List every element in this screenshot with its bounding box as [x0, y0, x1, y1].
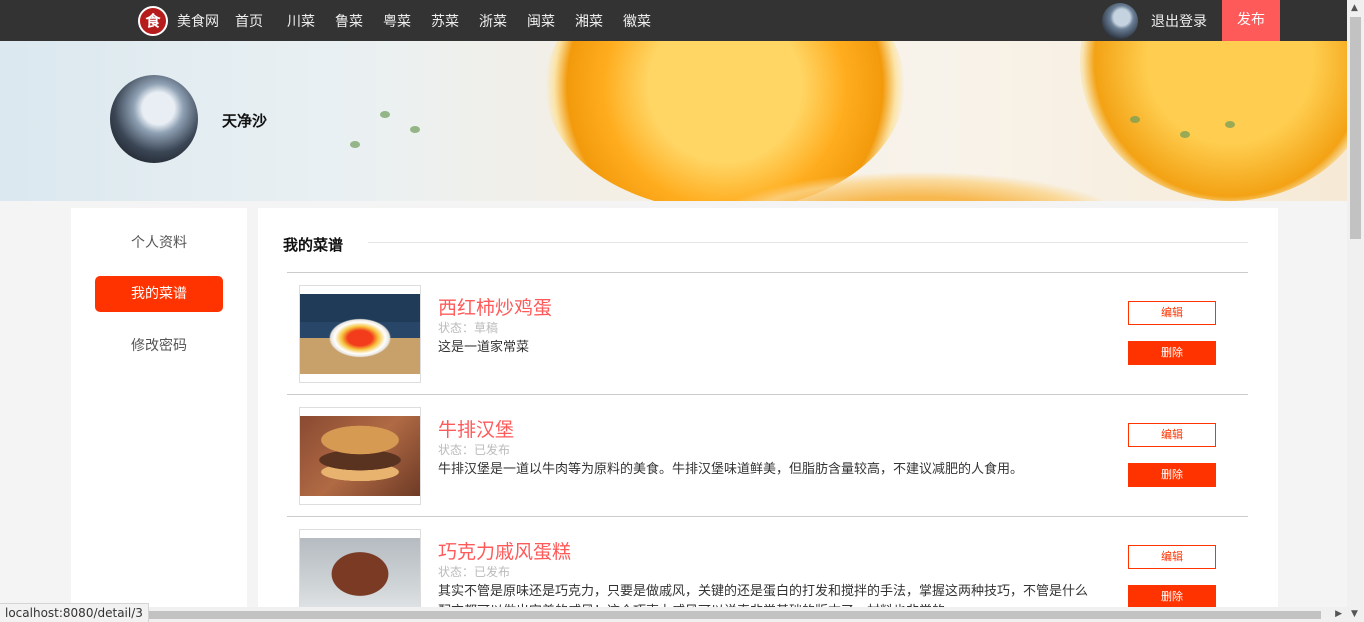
- recipe-title[interactable]: 西红柿炒鸡蛋: [438, 293, 552, 320]
- chocolate-cake-image: [300, 538, 420, 618]
- banner-herb: [350, 141, 360, 148]
- banner-herb: [380, 111, 390, 118]
- status-bar-url: localhost:8080/detail/3: [0, 603, 149, 622]
- vertical-scrollbar[interactable]: ▲ ▼: [1347, 0, 1364, 622]
- nav-item-lu[interactable]: 鲁菜: [335, 11, 363, 31]
- recipe-status: 状态：草稿: [438, 321, 499, 335]
- recipe-description: 牛排汉堡是一道以牛肉等为原料的美食。牛排汉堡味道鲜美，但脂肪含量较高，不建议减肥…: [438, 462, 1024, 477]
- edit-button[interactable]: 编辑: [1128, 301, 1216, 325]
- my-recipes-panel: 我的菜谱 西红柿炒鸡蛋 状态：草稿 这是一道家常菜 编辑 删除 牛排汉堡 状态：…: [258, 208, 1278, 622]
- recipe-item: 西红柿炒鸡蛋 状态：草稿 这是一道家常菜 编辑 删除: [287, 273, 1248, 395]
- delete-button[interactable]: 删除: [1128, 585, 1216, 609]
- banner-herb: [1130, 116, 1140, 123]
- recipe-thumbnail[interactable]: [299, 407, 421, 505]
- delete-button[interactable]: 删除: [1128, 463, 1216, 487]
- nav-item-home[interactable]: 首页: [235, 11, 263, 31]
- vertical-scroll-thumb[interactable]: [1350, 17, 1361, 239]
- banner-herb: [410, 126, 420, 133]
- publish-button[interactable]: 发布: [1222, 0, 1280, 41]
- profile-avatar: [110, 75, 198, 163]
- recipe-item: 牛排汉堡 状态：已发布 牛排汉堡是一道以牛肉等为原料的美食。牛排汉堡味道鲜美，但…: [287, 395, 1248, 517]
- profile-username: 天净沙: [222, 112, 268, 130]
- sidebar-item-change-password[interactable]: 修改密码: [95, 328, 223, 364]
- banner-herb: [1180, 131, 1190, 138]
- nav-item-min[interactable]: 闽菜: [527, 11, 555, 31]
- scroll-up-icon[interactable]: ▲: [1351, 3, 1358, 13]
- banner-herb: [1225, 121, 1235, 128]
- brand-name[interactable]: 美食网: [177, 11, 219, 31]
- site-logo-icon[interactable]: 食: [138, 6, 168, 36]
- scroll-right-icon[interactable]: ▶: [1335, 609, 1342, 619]
- nav-item-hui[interactable]: 徽菜: [623, 11, 651, 31]
- horizontal-scrollbar[interactable]: ▶: [140, 607, 1347, 622]
- delete-button[interactable]: 删除: [1128, 341, 1216, 365]
- tomato-egg-image: [300, 294, 420, 374]
- sidebar-item-profile[interactable]: 个人资料: [95, 225, 223, 261]
- top-navbar: 食 美食网 首页 川菜 鲁菜 粤菜 苏菜 浙菜 闽菜 湘菜 徽菜 退出登录 发布: [0, 0, 1347, 41]
- nav-item-su[interactable]: 苏菜: [431, 11, 459, 31]
- nav-item-chuan[interactable]: 川菜: [287, 11, 315, 31]
- nav-item-xiang[interactable]: 湘菜: [575, 11, 603, 31]
- main-nav: 首页 川菜 鲁菜 粤菜 苏菜 浙菜 闽菜 湘菜 徽菜: [235, 11, 671, 31]
- recipe-description: 这是一道家常菜: [438, 340, 530, 355]
- nav-item-zhe[interactable]: 浙菜: [479, 11, 507, 31]
- edit-button[interactable]: 编辑: [1128, 423, 1216, 447]
- recipe-title[interactable]: 牛排汉堡: [438, 415, 514, 442]
- horizontal-scroll-thumb[interactable]: [143, 611, 1321, 619]
- scroll-down-icon[interactable]: ▼: [1351, 609, 1358, 619]
- nav-item-yue[interactable]: 粤菜: [383, 11, 411, 31]
- section-title: 我的菜谱: [283, 236, 344, 254]
- title-divider: [368, 242, 1248, 243]
- recipe-title[interactable]: 巧克力戚风蛋糕: [438, 537, 571, 564]
- user-avatar[interactable]: [1102, 3, 1138, 39]
- edit-button[interactable]: 编辑: [1128, 545, 1216, 569]
- burger-image: [300, 416, 420, 496]
- profile-sidebar: 个人资料 我的菜谱 修改密码: [71, 208, 247, 622]
- logout-link[interactable]: 退出登录: [1151, 11, 1207, 31]
- sidebar-item-my-recipes[interactable]: 我的菜谱: [95, 276, 223, 312]
- recipe-status: 状态：已发布: [438, 443, 511, 457]
- profile-banner: [0, 41, 1347, 201]
- recipe-thumbnail[interactable]: [299, 285, 421, 383]
- banner-orange-image: [1080, 41, 1347, 201]
- recipe-status: 状态：已发布: [438, 565, 511, 579]
